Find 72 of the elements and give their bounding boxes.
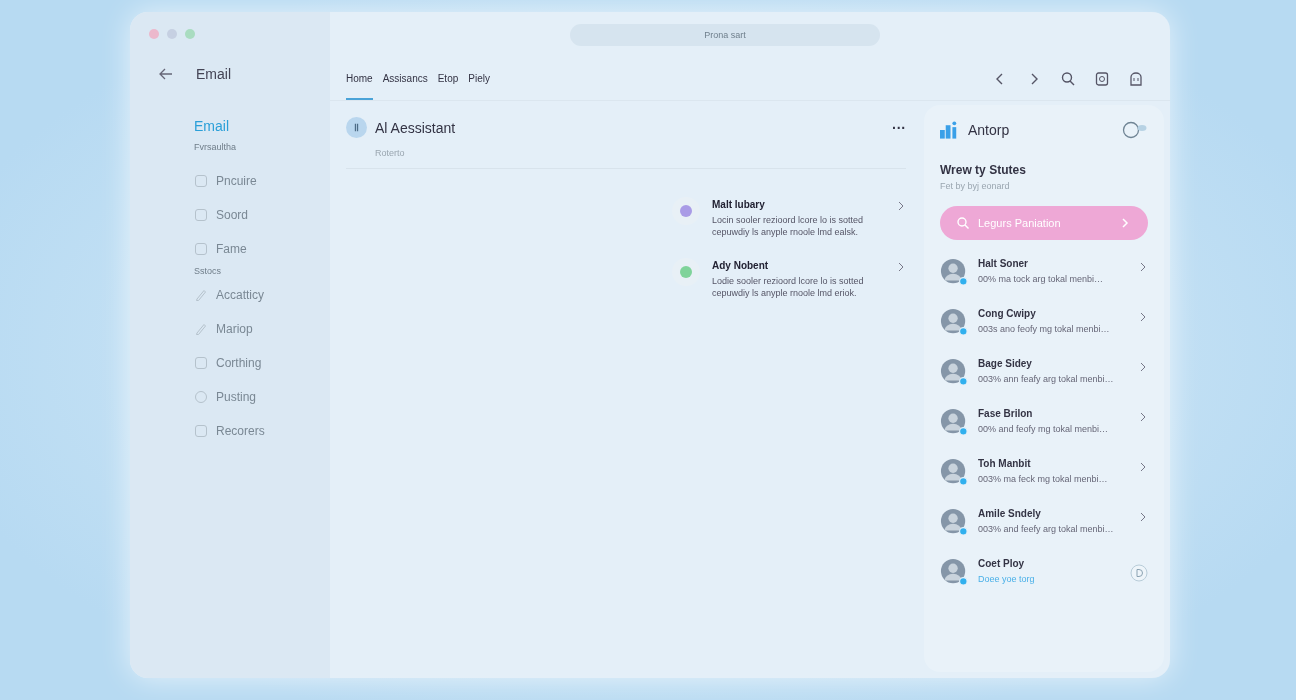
contact-message: 003% and feefy arg tokal menbi…	[978, 524, 1115, 534]
chevron-right-icon	[1138, 512, 1148, 522]
panel-heading: Wrew ty Stutes	[940, 163, 1027, 177]
contact-message: Doee yoe torg	[978, 574, 1036, 584]
avatar-icon	[940, 358, 968, 386]
square-icon	[194, 208, 208, 222]
assistant-subtitle: Roterto	[375, 148, 406, 158]
contact-message: 00% ma tock arg tokal menbi…	[978, 274, 1105, 284]
circle-icon	[194, 390, 208, 404]
contact-name: Coet Ploy	[978, 558, 1026, 569]
sidebar-subheading: Fvrsaultha	[194, 142, 238, 154]
panel-subheading: Fet by byj eonard	[940, 181, 1011, 191]
assistant-title: Al Aessistant	[375, 119, 457, 136]
square-icon	[194, 424, 208, 438]
square-icon	[194, 242, 208, 256]
nav-tab[interactable]: Home	[346, 58, 373, 100]
nav-tab[interactable]: Piely	[468, 58, 490, 100]
contact-name: Bage Sidey	[978, 358, 1033, 369]
contact-message: 003s ano feofy mg tokal menbi…	[978, 324, 1111, 334]
contact-row[interactable]: Halt Soner 00% ma tock arg tokal menbi…	[940, 258, 1148, 286]
search-icon	[956, 216, 970, 230]
assistant-icon	[346, 117, 367, 138]
avatar-icon	[940, 308, 968, 336]
section-label: Sstocs	[194, 266, 222, 276]
chevron-right-icon	[896, 201, 906, 211]
contact-row[interactable]: Fase Brilon 00% and feofy mg tokal menbi…	[940, 408, 1148, 436]
chevron-right-icon	[1138, 462, 1148, 472]
contact-row[interactable]: Bage Sidey 003% ann feafy arg tokal menbi…	[940, 358, 1148, 386]
search-icon[interactable]	[1060, 71, 1076, 87]
contact-message: 003% ann feafy arg tokal menbi…	[978, 374, 1115, 384]
message-preview: Lodie sooler rezioord lcore lo is sotted cepuwdiy ls anyple rnoole lmd eriok.	[712, 276, 865, 300]
chevron-right-icon	[1138, 412, 1148, 422]
message-card[interactable]: Malt lubary Locin sooler rezioord lcore lo is sotted cepuwdiy ls anyple rnoole lmd ealsk.	[672, 197, 906, 239]
back-arrow-icon[interactable]	[158, 66, 174, 82]
pen-icon	[194, 322, 208, 336]
chevron-right-icon	[1138, 362, 1148, 372]
contact-message: 00% and feofy mg tokal menbi…	[978, 424, 1110, 434]
message-sender: Malt lubary	[712, 199, 766, 210]
message-sender: Ady Nobent	[712, 260, 770, 272]
sidebar-title: Email	[196, 66, 231, 82]
search-field[interactable]: Prona sart	[570, 24, 880, 46]
contact-row[interactable]: Coet Ploy Doee yoe torg	[940, 558, 1148, 586]
contact-name: Toh Manbit	[978, 458, 1032, 469]
chevron-right-icon	[1138, 262, 1148, 272]
contact-message: 003% ma feck mg tokal menbi…	[978, 474, 1109, 484]
contact-name: Fase Brilon	[978, 408, 1034, 419]
avatar-icon	[940, 458, 968, 486]
document-icon[interactable]	[1094, 71, 1110, 87]
contact-row[interactable]: Toh Manbit 003% ma feck mg tokal menbi…	[940, 458, 1148, 486]
panel-title: Antorp	[968, 122, 1011, 138]
square-icon	[194, 356, 208, 370]
message-preview: Locin sooler rezioord lcore lo is sotted cepuwdiy ls anyple rnoole lmd ealsk.	[712, 215, 865, 239]
contact-name: Amile Sndely	[978, 508, 1042, 519]
toggle-icon[interactable]	[1122, 121, 1148, 139]
contact-name: Halt Soner	[978, 258, 1029, 269]
nav-tab[interactable]: Assisancs	[382, 58, 428, 100]
nav-tab[interactable]: Etop	[437, 58, 459, 100]
more-options-button[interactable]: ···	[892, 119, 906, 136]
pen-icon	[194, 288, 208, 302]
avatar-icon	[940, 558, 968, 586]
contact-name: Cong Cwipy	[978, 308, 1037, 319]
sidebar-heading: Email	[194, 118, 230, 134]
avatar-icon	[940, 258, 968, 286]
ring-icon	[1130, 564, 1148, 582]
chevron-right-icon	[896, 262, 906, 273]
square-icon	[194, 174, 208, 188]
message-card[interactable]: Ady Nobent Lodie sooler rezioord lcore lo is sotted cepuwdiy ls anyple rnoole lmd eriok.	[672, 258, 906, 300]
contact-row[interactable]: Cong Cwipy 003s ano feofy mg tokal menbi…	[940, 308, 1148, 336]
contact-row[interactable]: Amile Sndely 003% and feefy arg tokal menbi…	[940, 508, 1148, 536]
avatar-icon	[940, 508, 968, 536]
avatar-icon	[940, 408, 968, 436]
chevron-right-icon	[1138, 312, 1148, 322]
